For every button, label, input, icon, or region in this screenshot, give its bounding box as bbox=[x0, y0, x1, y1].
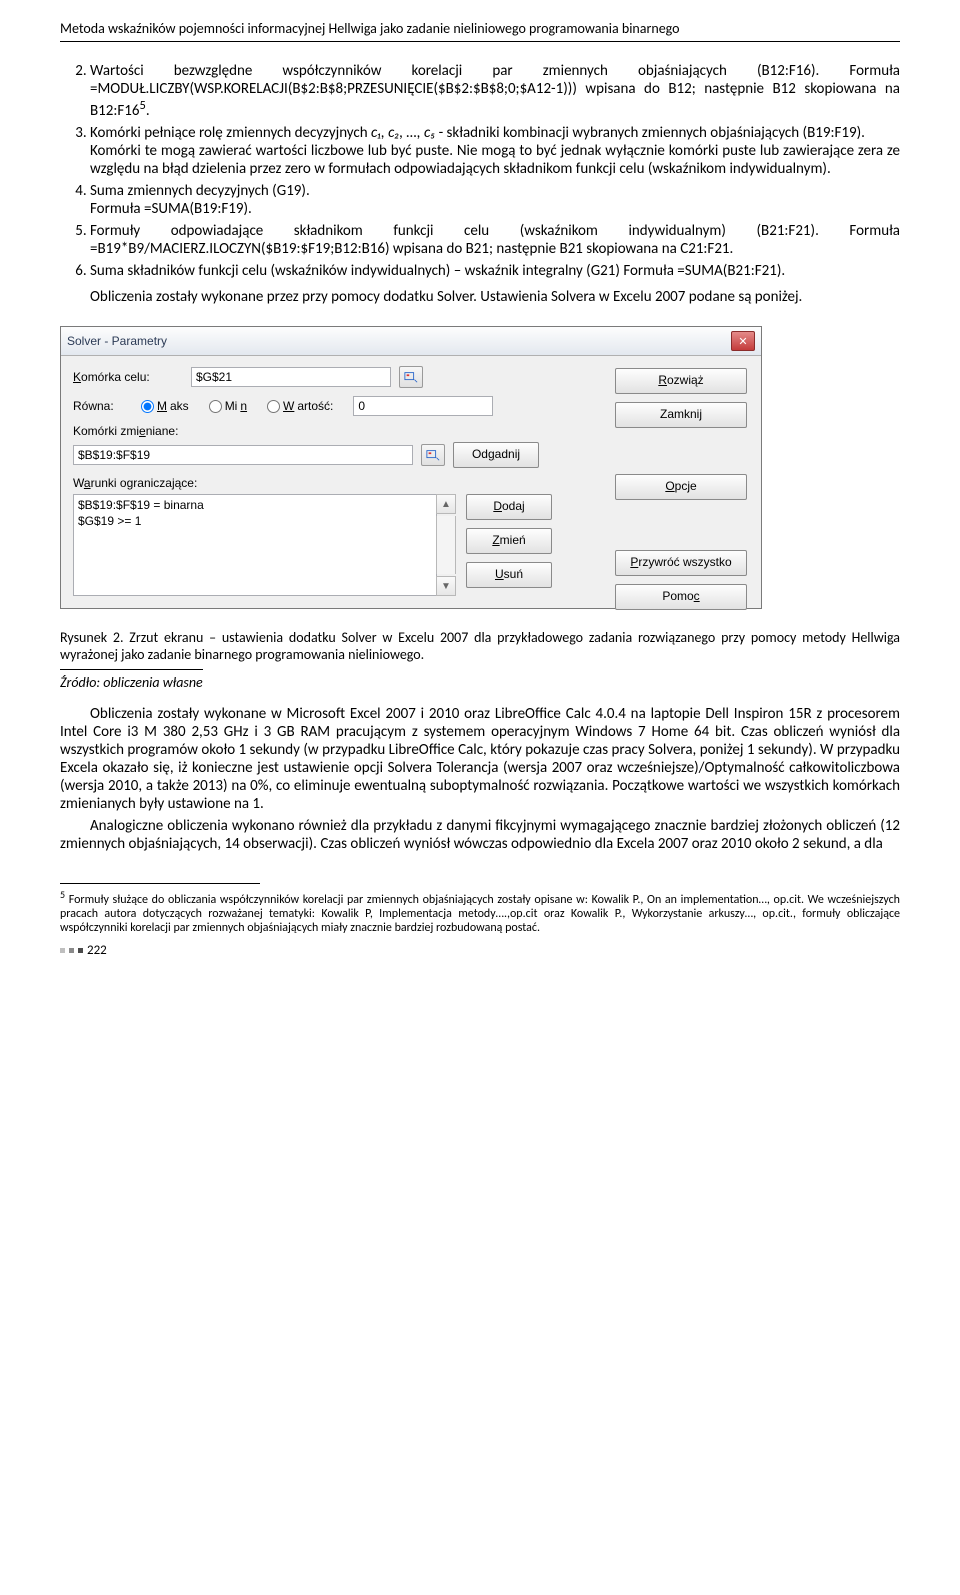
dot-icon bbox=[60, 948, 65, 953]
range-picker-icon[interactable] bbox=[421, 444, 445, 466]
add-button[interactable]: Dodaj bbox=[466, 494, 552, 520]
body-paragraph: Obliczenia zostały wykonane w Microsoft … bbox=[60, 705, 900, 813]
change-button[interactable]: Zmień bbox=[466, 528, 552, 554]
close-icon[interactable]: ✕ bbox=[731, 331, 755, 351]
scroll-up-icon[interactable]: ▲ bbox=[436, 494, 456, 514]
list-item-6: Suma składników funkcji celu (wskaźników… bbox=[90, 262, 900, 280]
page-number: 222 bbox=[60, 943, 900, 958]
list-text: Wartości bezwzględne współczynników kore… bbox=[90, 62, 900, 120]
dialog-titlebar: Solver - Parametry ✕ bbox=[61, 327, 761, 356]
options-button[interactable]: Opcje bbox=[615, 474, 747, 500]
list-item-5: Formuły odpowiadające składnikom funkcji… bbox=[90, 222, 900, 258]
solve-button[interactable]: RRozwiążozwiąż bbox=[615, 368, 747, 394]
scroll-down-icon[interactable]: ▼ bbox=[436, 576, 456, 596]
constraint-item[interactable]: $G$19 >= 1 bbox=[78, 513, 432, 529]
changing-cells-input[interactable] bbox=[73, 445, 413, 465]
list-item-2: Wartości bezwzględne współczynników kore… bbox=[90, 62, 900, 120]
list-text: Suma składników funkcji celu (wskaźników… bbox=[90, 262, 785, 280]
reset-button[interactable]: Przywróć wszystko bbox=[615, 550, 747, 576]
footnote: 5 Formuły służące do obliczania współczy… bbox=[60, 888, 900, 935]
close-button[interactable]: Zamknij bbox=[615, 402, 747, 428]
list-text: Formuły odpowiadające składnikom funkcji… bbox=[90, 222, 900, 258]
target-cell-label: Komórka celu: bbox=[73, 370, 183, 384]
value-input[interactable] bbox=[353, 396, 493, 416]
target-cell-input[interactable] bbox=[191, 367, 391, 387]
max-radio[interactable]: Maks bbox=[141, 399, 189, 413]
range-picker-icon[interactable] bbox=[399, 366, 423, 388]
figure-caption: Rysunek 2. Zrzut ekranu – ustawienia dod… bbox=[60, 629, 900, 663]
numbered-list: Wartości bezwzględne współczynników kore… bbox=[60, 62, 900, 280]
constraint-item[interactable]: $B$19:$F$19 = binarna bbox=[78, 497, 432, 513]
guess-button[interactable]: Odgadnij bbox=[453, 442, 539, 468]
body-paragraph: Analogiczne obliczenia wykonano również … bbox=[60, 817, 900, 853]
running-head: Metoda wskaźników pojemności informacyjn… bbox=[60, 20, 900, 42]
list-subtext: Komórki te mogą zawierać wartości liczbo… bbox=[90, 142, 900, 178]
list-text: Komórki pełniące rolę zmiennych decyzyjn… bbox=[90, 124, 371, 142]
footnote-separator bbox=[60, 883, 260, 884]
math-vars: c₁, c₂, …, c₅ bbox=[371, 124, 435, 142]
help-button[interactable]: Pomoc bbox=[615, 584, 747, 610]
body-paragraph: Obliczenia zostały wykonane przez przy p… bbox=[60, 288, 900, 306]
figure-source: Źródło: obliczenia własne bbox=[60, 669, 203, 691]
solver-dialog: Solver - Parametry ✕ RRozwiążozwiąż Zamk… bbox=[60, 326, 762, 609]
min-radio[interactable]: Min bbox=[209, 399, 247, 413]
solver-dialog-figure: Solver - Parametry ✕ RRozwiążozwiąż Zamk… bbox=[60, 326, 900, 609]
dot-icon bbox=[78, 948, 83, 953]
constraints-listbox[interactable]: $B$19:$F$19 = binarna $G$19 >= 1 bbox=[73, 494, 437, 596]
delete-button[interactable]: Usuń bbox=[466, 562, 552, 588]
equal-label: Równa: bbox=[73, 399, 133, 413]
dialog-title: Solver - Parametry bbox=[67, 334, 167, 348]
list-item-3: Komórki pełniące rolę zmiennych decyzyjn… bbox=[90, 124, 900, 178]
value-radio[interactable]: Wartość: bbox=[267, 399, 333, 413]
list-item-4: Suma zmiennych decyzyjnych (G19). Formuł… bbox=[90, 182, 900, 218]
dot-icon bbox=[69, 948, 74, 953]
list-text: Suma zmiennych decyzyjnych (G19). bbox=[90, 182, 310, 200]
